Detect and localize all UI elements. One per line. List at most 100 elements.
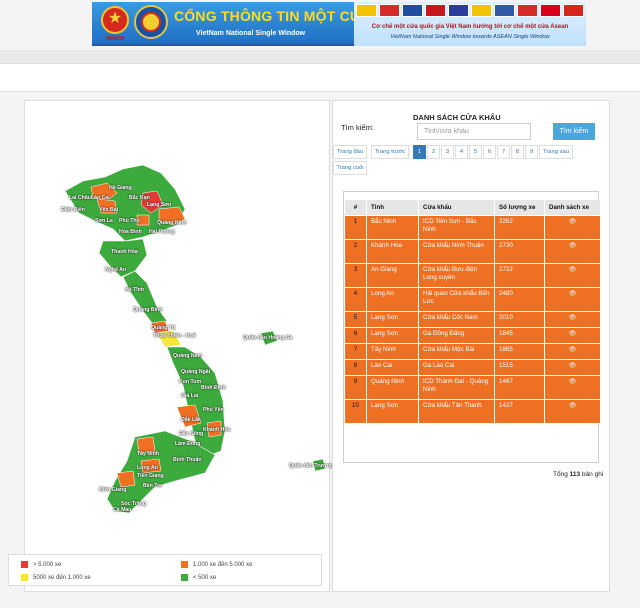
row-province: Lạng Sơn	[366, 311, 419, 328]
row-number: 4	[344, 287, 367, 312]
table-row[interactable]: 2 Khánh Hòa Cửa khẩu Ninh Thuận 2730 👁	[344, 239, 601, 264]
asean-flag	[379, 4, 400, 17]
legend-low: < 500 xe	[181, 574, 216, 581]
table-header-row: # Tỉnh Cửa khẩu Số lượng xe Danh sách xe	[344, 199, 601, 216]
asean-flag	[540, 4, 561, 17]
province-label: Thừa Thiên - Huế	[153, 333, 196, 339]
row-gate: ICD Thành Đạt - Quảng Ninh	[418, 375, 495, 400]
row-province: An Giang	[366, 263, 419, 288]
row-vehicle-count: 3262	[494, 215, 545, 240]
page-number-button[interactable]: 2	[427, 145, 440, 159]
row-gate: Cửa khẩu Bưu điện Long xuyên	[418, 263, 495, 288]
row-vehicle-count: 1467	[494, 375, 545, 400]
province-label: Sơn La	[95, 218, 113, 224]
row-gate: Ga Đồng Đăng	[418, 327, 495, 344]
gate-table: # Tỉnh Cửa khẩu Số lượng xe Danh sách xe 1 Bắ…	[344, 199, 601, 424]
province-label: Phú Yên	[203, 407, 224, 413]
list-title: DANH SÁCH CỬA KHẨU	[413, 113, 501, 122]
page-number-button[interactable]: 7	[497, 145, 510, 159]
row-gate: Cửa khẩu Tân Thanh	[418, 399, 495, 424]
table-row[interactable]: 7 Tây Ninh Cửa khẩu Mộc Bài 1665 👁	[344, 343, 601, 360]
column-header: Cửa khẩu	[418, 199, 495, 216]
province-label: Lai Châu	[69, 195, 91, 201]
page-prev-button[interactable]: Trang trước	[371, 145, 409, 159]
table-row[interactable]: 9 Quảng Ninh ICD Thành Đạt - Quảng Ninh 146…	[344, 375, 601, 400]
province-label: Tây Ninh	[137, 451, 159, 457]
sub-nav-bar	[0, 64, 640, 92]
page-number-button[interactable]: 3	[441, 145, 454, 159]
national-emblem-logo: ★ VNNSW	[98, 5, 132, 43]
page-last-button[interactable]: Trang cuối	[333, 161, 367, 175]
province-label: Kon Tum	[179, 379, 202, 385]
eye-icon[interactable]: 👁	[544, 343, 601, 360]
eye-icon[interactable]: 👁	[544, 311, 601, 328]
province-label: Hòa Bình	[119, 229, 142, 235]
eye-icon[interactable]: 👁	[544, 327, 601, 344]
page-number-button[interactable]: 9	[525, 145, 538, 159]
table-row[interactable]: 8 Lào Cai Ga Lào Cai 1515 👁	[344, 359, 601, 376]
asean-logo	[134, 5, 168, 39]
province-label: Kiên Giang	[99, 487, 127, 493]
table-row[interactable]: 3 An Giang Cửa khẩu Bưu điện Long xuyên 272…	[344, 263, 601, 288]
province-label: Lâm Đồng	[175, 441, 201, 447]
banner-slogan-en: VietNam National Single Window towards A…	[390, 34, 550, 40]
province-label: Long An	[137, 465, 158, 471]
asean-flag	[471, 4, 492, 17]
table-row[interactable]: 1 Bắc Ninh ICD Tiên Sơn - Bắc Ninh 3262 👁	[344, 215, 601, 240]
page-first-button[interactable]: Trang đầu	[333, 145, 367, 159]
province-label: Yên Bái	[99, 207, 119, 213]
table-row[interactable]: 6 Lạng Sơn Ga Đồng Đăng 1845 👁	[344, 327, 601, 344]
header-banner: ★ VNNSW CỔNG THÔNG TIN MỘT CỬA QUỐC GIA …	[92, 2, 586, 46]
page-number-button[interactable]: 6	[483, 145, 496, 159]
eye-icon[interactable]: 👁	[544, 375, 601, 400]
row-number: 2	[344, 239, 367, 264]
row-province: Lào Cai	[366, 359, 419, 376]
row-number: 6	[344, 327, 367, 344]
search-button[interactable]: Tìm kiếm	[553, 123, 595, 140]
row-vehicle-count: 1515	[494, 359, 545, 376]
row-number: 1	[344, 215, 367, 240]
eye-icon[interactable]: 👁	[544, 239, 601, 264]
row-gate: Cửa khẩu Ninh Thuận	[418, 239, 495, 264]
page-number-button[interactable]: 4	[455, 145, 468, 159]
page-number-button[interactable]: 8	[511, 145, 524, 159]
province-label: Đắc Nông	[179, 431, 204, 437]
province-label: Hà Tĩnh	[125, 287, 145, 293]
row-vehicle-count: 2722	[494, 263, 545, 288]
asean-flag	[517, 4, 538, 17]
page-number-button[interactable]: 1	[413, 145, 426, 159]
province-label: Bình Thuận	[173, 457, 202, 463]
map-region-hatinh-quangbinh	[122, 270, 168, 328]
row-vehicle-count: 2480	[494, 287, 545, 312]
province-label: Bình Định	[201, 385, 226, 391]
vietnam-map-panel: Hà Giang Lai Châu Lào Cai Bắc Kạn Điện Biên Y…	[24, 100, 341, 593]
table-row[interactable]: 10 Lạng Sơn Cửa khẩu Tân Thanh 1437 👁	[344, 399, 601, 424]
portal-subtitle: VietNam National Single Window	[196, 30, 306, 37]
banner-slogan: Cơ chế một cửa quốc gia Việt Nam hướng t…	[371, 24, 569, 30]
page-number-button[interactable]: 5	[469, 145, 482, 159]
page-next-button[interactable]: Trang sau	[539, 145, 573, 159]
row-province: Khánh Hòa	[366, 239, 419, 264]
row-gate: Hải quan Cửa khẩu Bến Lức	[418, 287, 495, 312]
eye-icon[interactable]: 👁	[544, 359, 601, 376]
eye-icon[interactable]: 👁	[544, 263, 601, 288]
column-header: Danh sách xe	[544, 199, 601, 216]
banner-asean-strip: Cơ chế một cửa quốc gia Việt Nam hướng t…	[354, 2, 586, 46]
row-province: Long An	[366, 287, 419, 312]
eye-icon[interactable]: 👁	[544, 287, 601, 312]
row-gate: ICD Tiên Sơn - Bắc Ninh	[418, 215, 495, 240]
asean-flag	[563, 4, 584, 17]
province-label: Quảng Ngãi	[181, 369, 211, 375]
row-gate: Cửa khẩu Cốc Nam	[418, 311, 495, 328]
province-label: Hà Giang	[109, 185, 132, 191]
row-province: Bắc Ninh	[366, 215, 419, 240]
search-input[interactable]	[417, 123, 531, 140]
eye-icon[interactable]: 👁	[544, 399, 601, 424]
vietnam-map[interactable]	[25, 101, 331, 593]
eye-icon[interactable]: 👁	[544, 215, 601, 240]
total-records: Tổng 113 bản ghi	[553, 471, 604, 478]
province-label: Quần đảo Hoàng Sa	[243, 335, 293, 341]
row-gate: Ga Lào Cai	[418, 359, 495, 376]
table-row[interactable]: 5 Lạng Sơn Cửa khẩu Cốc Nam 2010 👁	[344, 311, 601, 328]
table-row[interactable]: 4 Long An Hải quan Cửa khẩu Bến Lức 2480 👁	[344, 287, 601, 312]
